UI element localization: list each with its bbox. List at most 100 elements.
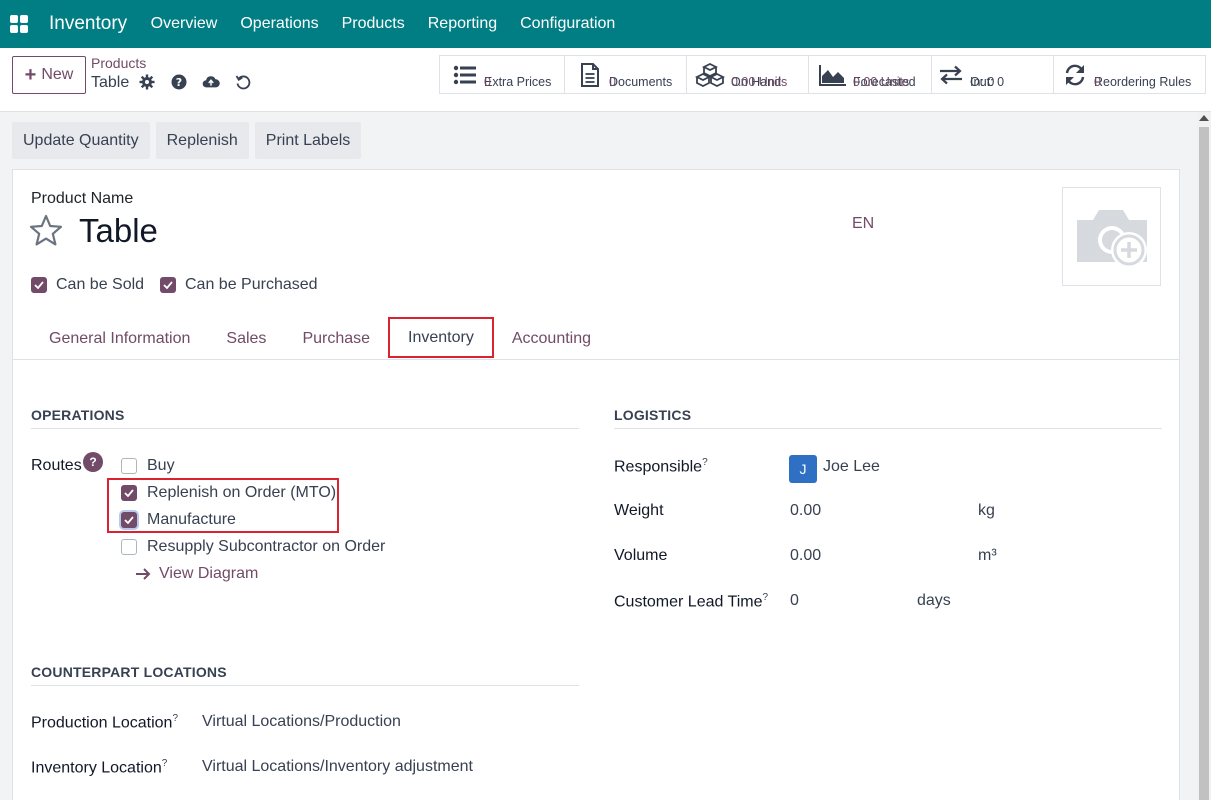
discard-icon[interactable] xyxy=(234,73,252,91)
language-button[interactable]: EN xyxy=(852,215,874,233)
documents-button[interactable]: Documents 0 xyxy=(565,56,687,93)
forecasted-button[interactable]: Forecasted 0.00 Units xyxy=(809,56,932,93)
control-panel: + New Products Table ? Extra Prices0 Do xyxy=(0,48,1211,112)
production-location-label: Production Location? xyxy=(31,713,178,732)
routes-highlight-box xyxy=(107,478,339,533)
routes-label: Routes xyxy=(31,457,82,474)
avatar: J xyxy=(789,455,817,483)
product-image[interactable] xyxy=(1062,187,1161,286)
help-tooltip-icon[interactable]: ? xyxy=(172,713,178,724)
volume-label: Volume xyxy=(614,547,668,564)
responsible-field[interactable]: Joe Lee xyxy=(823,458,880,476)
can-be-sold-checkbox[interactable]: Can be Sold xyxy=(31,276,144,294)
counterpart-locations-title: COUNTERPART LOCATIONS xyxy=(31,664,227,680)
can-be-purchased-checkbox[interactable]: Can be Purchased xyxy=(160,276,318,294)
scroll-up-icon[interactable] xyxy=(1199,115,1209,121)
top-navbar: Inventory Overview Operations Products R… xyxy=(0,0,1211,48)
extra-prices-button[interactable]: Extra Prices 0 xyxy=(440,56,565,93)
route-buy-checkbox[interactable]: Buy xyxy=(121,457,175,475)
product-form-sheet: Product Name Table EN Can be Sold Can be… xyxy=(12,169,1180,800)
counterpart-divider xyxy=(31,685,579,686)
help-tooltip-icon[interactable]: ? xyxy=(702,457,708,468)
print-labels-button[interactable]: Print Labels xyxy=(254,122,362,159)
volume-unit: m³ xyxy=(978,547,997,564)
help-tooltip-icon[interactable]: ? xyxy=(162,758,168,769)
weight-unit: kg xyxy=(978,502,995,519)
cubes-icon xyxy=(695,62,725,88)
routes-help-icon[interactable]: ? xyxy=(83,452,103,472)
logistics-title: LOGISTICS xyxy=(614,407,692,423)
route-resupply-label: Resupply Subcontractor on Order xyxy=(147,538,386,555)
operations-divider xyxy=(31,428,579,429)
replenish-button[interactable]: Replenish xyxy=(155,122,249,159)
weight-label: Weight xyxy=(614,502,664,519)
volume-field[interactable]: 0.00 xyxy=(790,547,821,565)
smart-buttons: Extra Prices 0 Documents 0 On Hand 0.00 Uni… xyxy=(439,55,1206,94)
update-quantity-button[interactable]: Update Quantity xyxy=(12,122,150,159)
breadcrumb-current: Table xyxy=(91,74,130,91)
menu-reporting[interactable]: Reporting xyxy=(416,15,508,33)
customer-lead-time-field[interactable]: 0 xyxy=(790,592,799,610)
in-out-button[interactable]: In: 0 Out: 0 xyxy=(932,56,1054,93)
reordering-rules-label: Reordering Rules xyxy=(1094,74,1192,89)
can-be-sold-label: Can be Sold xyxy=(56,276,145,293)
operations-title: OPERATIONS xyxy=(31,407,125,423)
on-hand-value: 0.00 Units xyxy=(731,74,788,89)
on-hand-button[interactable]: On Hand 0.00 Units xyxy=(687,56,809,93)
menu-products[interactable]: Products xyxy=(330,15,416,33)
inventory-location-field[interactable]: Virtual Locations/Inventory adjustment xyxy=(202,758,473,776)
document-icon xyxy=(577,62,603,88)
route-resupply-subcontractor-checkbox[interactable]: Resupply Subcontractor on Order xyxy=(121,538,385,556)
plus-icon: + xyxy=(24,64,37,86)
tab-sales[interactable]: Sales xyxy=(208,317,284,360)
checkbox-unchecked-icon xyxy=(121,458,137,474)
arrow-right-icon xyxy=(136,568,151,580)
gear-icon[interactable] xyxy=(138,73,156,91)
tab-inventory[interactable]: Inventory xyxy=(388,317,494,358)
view-diagram-link[interactable]: View Diagram xyxy=(135,565,258,583)
record-actions: ? xyxy=(138,73,266,91)
extra-prices-value: 0 xyxy=(484,74,491,89)
checkbox-checked-icon xyxy=(31,277,47,293)
inventory-location-label: Inventory Location? xyxy=(31,758,168,777)
breadcrumb-parent[interactable]: Products xyxy=(91,55,146,71)
documents-value: 0 xyxy=(609,74,616,89)
route-buy-label: Buy xyxy=(147,457,175,474)
production-location-field[interactable]: Virtual Locations/Production xyxy=(202,713,401,731)
weight-field[interactable]: 0.00 xyxy=(790,502,821,520)
reordering-rules-value: 0 xyxy=(1094,74,1101,89)
out-count-label: Out: 0 xyxy=(970,74,1005,89)
app-brand[interactable]: Inventory xyxy=(49,13,127,35)
documents-label: Documents xyxy=(609,74,673,89)
menu-configuration[interactable]: Configuration xyxy=(509,15,627,33)
camera-add-icon xyxy=(1076,209,1147,268)
product-name-field[interactable]: Table xyxy=(79,212,158,250)
tab-general-information[interactable]: General Information xyxy=(31,317,208,360)
help-icon[interactable]: ? xyxy=(170,73,188,91)
forecasted-value: 0.00 Units xyxy=(853,74,910,89)
can-be-purchased-label: Can be Purchased xyxy=(185,276,318,293)
apps-grid-icon[interactable] xyxy=(0,0,38,48)
exchange-icon xyxy=(938,62,964,88)
menu-operations[interactable]: Operations xyxy=(229,15,330,33)
refresh-icon xyxy=(1062,62,1088,88)
extra-prices-label: Extra Prices xyxy=(484,74,552,89)
area-chart-icon xyxy=(819,62,847,88)
lead-time-unit: days xyxy=(917,592,951,609)
tab-accounting[interactable]: Accounting xyxy=(494,317,609,360)
new-button-label: New xyxy=(41,66,74,83)
form-tabs: General Information Sales Purchase Inven… xyxy=(13,317,1179,360)
scrollbar-thumb[interactable] xyxy=(1199,127,1209,800)
star-icon[interactable] xyxy=(29,214,63,248)
checkbox-checked-icon xyxy=(160,277,176,293)
reordering-rules-button[interactable]: Reordering Rules 0 xyxy=(1054,56,1206,93)
tab-purchase[interactable]: Purchase xyxy=(284,317,388,360)
help-tooltip-icon[interactable]: ? xyxy=(763,592,769,603)
logistics-divider xyxy=(614,428,1162,429)
new-button[interactable]: + New xyxy=(12,56,86,94)
list-icon xyxy=(452,62,478,88)
cloud-save-icon[interactable] xyxy=(202,73,220,91)
menu-overview[interactable]: Overview xyxy=(139,15,229,33)
view-diagram-label: View Diagram xyxy=(159,565,259,582)
svg-text:?: ? xyxy=(176,76,182,89)
